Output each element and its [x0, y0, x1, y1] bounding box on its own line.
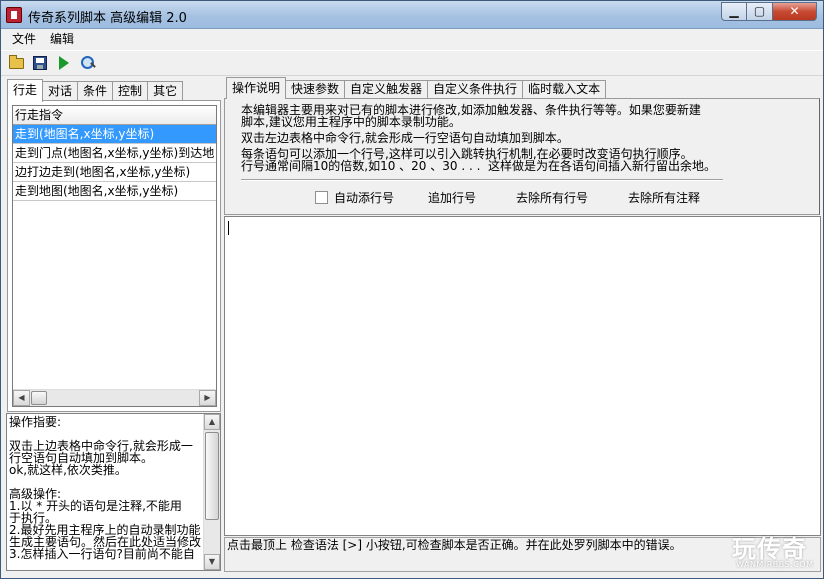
remove-line-numbers-button[interactable]: 去除所有行号	[516, 189, 588, 206]
save-button[interactable]	[30, 53, 50, 73]
grid-row[interactable]: 走到门点(地图名,x坐标,y坐标)到达地	[13, 144, 216, 163]
tab-dialog[interactable]: 对话	[42, 81, 79, 101]
text-caret	[228, 221, 229, 235]
app-window: 传奇系列脚本 高级编辑 2.0 ▁ ▢ ✕ 文件 编辑 行走 对话 条件 控制 …	[0, 0, 824, 579]
command-panel: 行走指令 走到(地图名,x坐标,y坐标) 走到门点(地图名,x坐标,y坐标)到达…	[7, 100, 221, 412]
tab-control[interactable]: 控制	[112, 81, 149, 101]
window-controls: ▁ ▢ ✕	[721, 2, 817, 21]
grid-horizontal-scrollbar[interactable]: ◀ ▶	[13, 389, 216, 406]
open-folder-icon	[8, 54, 24, 69]
scroll-right-icon[interactable]: ▶	[199, 390, 216, 406]
instructions-paragraph: 本编辑器主要用来对已有的脚本进行修改,如添加触发器、条件执行等等。如果您要新建 …	[241, 103, 701, 129]
save-disk-icon	[33, 56, 47, 70]
instructions-paragraph: 每条语句可以添加一个行号,这样可以引入跳转执行机制,在必要时改变语句执行顺序。 …	[241, 147, 717, 173]
check-syntax-button[interactable]	[78, 53, 98, 73]
open-button[interactable]	[6, 53, 26, 73]
tab-quick-params[interactable]: 快速参数	[285, 80, 346, 99]
scroll-thumb[interactable]	[31, 391, 47, 405]
instructions-paragraph: 双击左边表格中命令行,就会形成一行空语句自动填加到脚本。	[241, 131, 569, 145]
auto-line-number-checkbox[interactable]	[315, 191, 328, 204]
close-button[interactable]: ✕	[773, 2, 817, 21]
tab-custom-trigger[interactable]: 自定义触发器	[344, 80, 429, 99]
watermark: 玩传奇 WANMIRBBS.COM	[728, 527, 820, 573]
minimize-button[interactable]: ▁	[721, 2, 747, 21]
tab-condition[interactable]: 条件	[77, 81, 114, 101]
help-vertical-scrollbar[interactable]: ▲ ▼	[203, 414, 220, 570]
scroll-up-icon[interactable]: ▲	[204, 414, 220, 430]
auto-line-number-label[interactable]: 自动添行号	[334, 189, 394, 206]
grid-row[interactable]: 走到地图(地图名,x坐标,y坐标)	[13, 182, 216, 201]
help-text-box[interactable]: 操作指要: 双击上边表格中命令行,就会形成一 行空语句自动填加到脚本。 ok,就…	[6, 413, 221, 571]
tab-instructions[interactable]: 操作说明	[226, 77, 287, 99]
scroll-down-icon[interactable]: ▼	[204, 554, 220, 570]
window-title: 传奇系列脚本 高级编辑 2.0	[28, 11, 187, 26]
menu-bar: 文件 编辑	[1, 29, 823, 49]
menu-file[interactable]: 文件	[5, 29, 43, 49]
watermark-url: WANMIRBBS.COM	[736, 560, 814, 569]
menu-edit[interactable]: 编辑	[43, 29, 81, 49]
script-editor[interactable]	[224, 216, 821, 536]
tab-walk[interactable]: 行走	[7, 79, 44, 102]
grid-row[interactable]: 走到(地图名,x坐标,y坐标)	[13, 125, 216, 144]
title-bar[interactable]: 传奇系列脚本 高级编辑 2.0 ▁ ▢ ✕	[1, 1, 823, 29]
maximize-button[interactable]: ▢	[747, 2, 773, 21]
app-icon	[6, 7, 22, 23]
grid-header[interactable]: 行走指令	[13, 106, 216, 125]
help-text: 操作指要: 双击上边表格中命令行,就会形成一 行空语句自动填加到脚本。 ok,就…	[9, 415, 202, 561]
tab-other[interactable]: 其它	[147, 81, 184, 101]
options-row: 自动添行号 追加行号 去除所有行号 去除所有注释	[315, 189, 740, 206]
left-tab-strip: 行走 对话 条件 控制 其它	[7, 79, 184, 102]
tab-custom-condition[interactable]: 自定义条件执行	[427, 80, 524, 99]
check-syntax-icon	[80, 55, 96, 71]
remove-comments-button[interactable]: 去除所有注释	[628, 189, 700, 206]
toolbar	[1, 50, 823, 76]
add-line-number-button[interactable]: 追加行号	[428, 189, 476, 206]
status-text: 点击最顶上 检查语法 [>] 小按钮,可检查脚本是否正确。并在此处罗列脚本中的错…	[227, 538, 682, 552]
watermark-logo: 玩传奇	[732, 535, 807, 563]
run-button[interactable]	[54, 53, 74, 73]
tab-temp-load-text[interactable]: 临时载入文本	[522, 80, 607, 99]
run-play-icon	[59, 56, 69, 70]
right-tab-strip: 操作说明 快速参数 自定义触发器 自定义条件执行 临时载入文本	[226, 77, 607, 99]
command-grid: 行走指令 走到(地图名,x坐标,y坐标) 走到门点(地图名,x坐标,y坐标)到达…	[12, 105, 217, 407]
instructions-panel: 本编辑器主要用来对已有的脚本进行修改,如添加触发器、条件执行等等。如果您要新建 …	[224, 98, 820, 215]
instructions-text: 本编辑器主要用来对已有的脚本进行修改,如添加触发器、条件执行等等。如果您要新建 …	[241, 104, 816, 176]
scroll-left-icon[interactable]: ◀	[13, 390, 30, 406]
grid-row[interactable]: 边打边走到(地图名,x坐标,y坐标)	[13, 163, 216, 182]
scroll-thumb[interactable]	[205, 432, 219, 520]
divider	[241, 179, 723, 181]
